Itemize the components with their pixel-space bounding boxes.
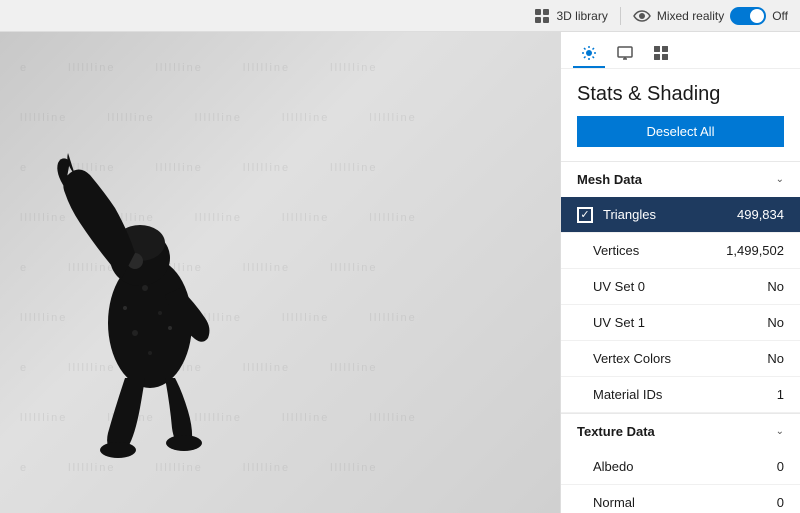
material-ids-row: Material IDs 1 (561, 377, 800, 413)
main-toolbar: 3D library Mixed reality Off (0, 0, 800, 32)
tab-screen[interactable] (609, 40, 641, 68)
main-content: e lllllline lllllline lllllline llllllin… (0, 32, 800, 513)
normal-value: 0 (777, 495, 784, 510)
uv-set-1-row: UV Set 1 No (561, 305, 800, 341)
vertices-label: Vertices (593, 243, 726, 258)
albedo-row: Albedo 0 (561, 449, 800, 485)
normal-row: Normal 0 (561, 485, 800, 513)
texture-data-label: Texture Data (577, 424, 655, 439)
uv-set-0-value: No (767, 279, 784, 294)
mesh-data-section-header[interactable]: Mesh Data ⌄ (561, 161, 800, 197)
mesh-data-label: Mesh Data (577, 172, 642, 187)
material-ids-value: 1 (777, 387, 784, 402)
triangles-row[interactable]: ✓ Triangles 499,834 (561, 197, 800, 233)
3d-viewport[interactable]: e lllllline lllllline lllllline llllllin… (0, 32, 560, 513)
right-panel: Stats & Shading Deselect All Mesh Data ⌄… (560, 32, 800, 513)
model-figure (50, 113, 250, 453)
texture-data-chevron: ⌄ (776, 426, 784, 437)
texture-data-section-header[interactable]: Texture Data ⌄ (561, 413, 800, 449)
off-label: Off (772, 9, 788, 23)
3d-library-icon (533, 7, 551, 25)
vertices-value: 1,499,502 (726, 243, 784, 258)
deselect-all-button[interactable]: Deselect All (577, 116, 784, 147)
uv-set-0-row: UV Set 0 No (561, 269, 800, 305)
vertices-row: Vertices 1,499,502 (561, 233, 800, 269)
triangles-checkbox[interactable]: ✓ (577, 207, 593, 223)
tab-grid[interactable] (645, 40, 677, 68)
mixed-reality-toggle[interactable] (730, 7, 766, 25)
albedo-label: Albedo (593, 459, 777, 474)
uv-set-1-value: No (767, 315, 784, 330)
vertex-colors-label: Vertex Colors (593, 351, 767, 366)
panel-tabs (561, 32, 800, 69)
toggle-thumb (750, 9, 764, 23)
vertex-colors-row: Vertex Colors No (561, 341, 800, 377)
toolbar-divider (620, 7, 621, 25)
tab-sun[interactable] (573, 40, 605, 68)
mixed-reality-label: Mixed reality (657, 9, 724, 23)
vertex-colors-value: No (767, 351, 784, 366)
triangles-value: 499,834 (737, 207, 784, 222)
uv-set-0-label: UV Set 0 (593, 279, 767, 294)
checkbox-check-icon: ✓ (580, 208, 589, 221)
library-section: 3D library (533, 7, 607, 25)
mixed-reality-icon (633, 7, 651, 25)
normal-label: Normal (593, 495, 777, 510)
mixed-reality-section: Mixed reality Off (633, 7, 788, 25)
albedo-value: 0 (777, 459, 784, 474)
library-label: 3D library (556, 9, 607, 23)
material-ids-label: Material IDs (593, 387, 777, 402)
uv-set-1-label: UV Set 1 (593, 315, 767, 330)
triangles-label: Triangles (603, 207, 737, 222)
mesh-data-chevron: ⌄ (776, 174, 784, 185)
panel-title: Stats & Shading (561, 69, 800, 116)
